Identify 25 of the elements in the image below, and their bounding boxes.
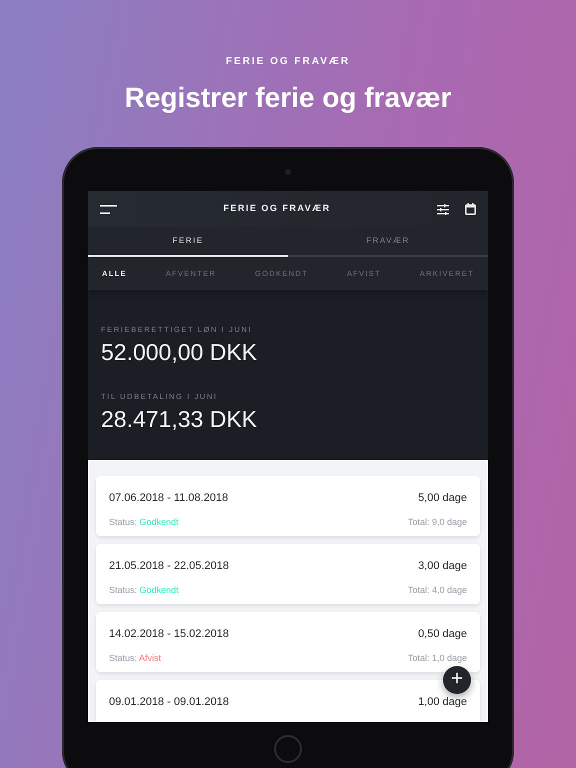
calendar-icon[interactable] [465,203,476,215]
entry-days: 0,50 dage [418,626,467,642]
status-text: Status: Afvist [109,652,162,664]
status-text: Status: Godkendt [109,584,179,596]
status-text: Status: Godkendt [109,516,179,528]
entry-total: Total: 1,0 dage [408,652,467,665]
entry-days: 3,00 dage [418,558,467,574]
entry-period: 07.06.2018 - 11.08.2018 [109,491,228,506]
entry-period: 09.01.2018 - 09.01.2018 [109,695,229,710]
summary-amount: 52.000,00 DKK [101,340,258,366]
entry-card[interactable]: 14.02.2018 - 15.02.2018 0,50 dage Status: Afvist Total: 1,0 dage [96,612,480,672]
entry-card[interactable]: 21.05.2018 - 22.05.2018 3,00 dage Status: Godkendt Total: 4,0 dage [96,544,480,604]
entry-days: 5,00 dage [418,490,467,506]
entry-period: 14.02.2018 - 15.02.2018 [109,627,229,642]
entry-total: Total: 9,0 dage [408,516,467,529]
entry-days: 1,00 dage [418,694,467,710]
entry-period: 21.05.2018 - 22.05.2018 [109,559,229,574]
menu-icon[interactable] [100,204,117,214]
settings-icon[interactable] [437,204,449,214]
app-title: FERIE OG FRAVÆR [222,202,332,216]
eyebrow-text: FERIE OG FRAVÆR [224,55,352,69]
summary-amount: 28.471,33 DKK [101,406,258,432]
entry-total: Total: 4,0 dage [408,584,467,597]
headline: Registrer ferie og fravær [124,81,452,115]
entry-card[interactable]: 07.06.2018 - 11.08.2018 5,00 dage Status: Godkendt Total: 9,0 dage [96,476,480,536]
